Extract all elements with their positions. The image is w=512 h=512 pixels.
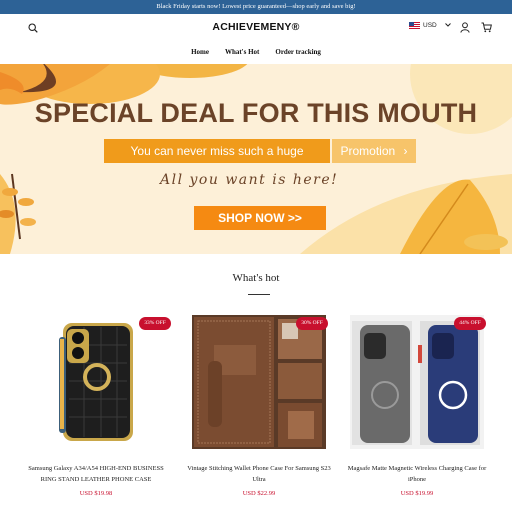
main-nav: Home What's Hot Order tracking (0, 42, 512, 62)
product-price: USD $19.98 (79, 490, 113, 497)
promotion-label: Promotion (340, 144, 396, 158)
announcement-bar: Black Friday starts now! Lowest price gu… (0, 0, 512, 14)
site-header: ACHIEVEMENY® USD (0, 14, 512, 42)
nav-home[interactable]: Home (191, 42, 209, 62)
user-icon[interactable] (459, 21, 470, 33)
banner-headline: SPECIAL DEAL FOR THIS MOUTH (34, 98, 478, 128)
product-image[interactable] (29, 315, 163, 449)
announcement-text: Black Friday starts now! Lowest price gu… (156, 3, 356, 10)
nav-order-tracking[interactable]: Order tracking (275, 42, 321, 62)
product-name[interactable]: Magsafe Matte Magnetic Wireless Charging… (344, 463, 490, 485)
product-image[interactable] (350, 315, 484, 449)
chevron-right-icon: › (403, 144, 408, 158)
banner-tagline: You can never miss such a huge (104, 139, 330, 163)
hero-banner[interactable]: SPECIAL DEAL FOR THIS MOUTH You can neve… (0, 64, 512, 254)
nav-whats-hot[interactable]: What's Hot (225, 42, 259, 62)
whats-hot-title: What's hot (232, 272, 280, 284)
banner-script-text: All you want is here! (160, 172, 339, 188)
discount-badge: 44% OFF (454, 317, 486, 330)
currency-selector[interactable]: USD (409, 22, 451, 29)
discount-badge: 33% OFF (139, 317, 171, 330)
us-flag-icon (409, 22, 420, 29)
chevron-down-icon (444, 22, 451, 29)
banner-promotion-tag: Promotion › (332, 139, 416, 163)
product-price: USD $22.99 (242, 490, 276, 497)
discount-badge: 30% OFF (296, 317, 328, 330)
shop-now-button[interactable]: SHOP NOW >> (194, 206, 326, 230)
product-price: USD $19.99 (400, 490, 434, 497)
cart-icon[interactable] (480, 21, 492, 33)
banner-tag-row: You can never miss such a huge Promotion… (104, 139, 416, 163)
currency-label: USD (423, 22, 437, 29)
title-divider (248, 294, 270, 295)
product-image[interactable] (192, 315, 326, 449)
product-name[interactable]: Vintage Stitching Wallet Phone Case For … (186, 463, 332, 485)
product-name[interactable]: Samsung Galaxy A34/A54 HIGH-END BUSINESS… (23, 463, 169, 485)
